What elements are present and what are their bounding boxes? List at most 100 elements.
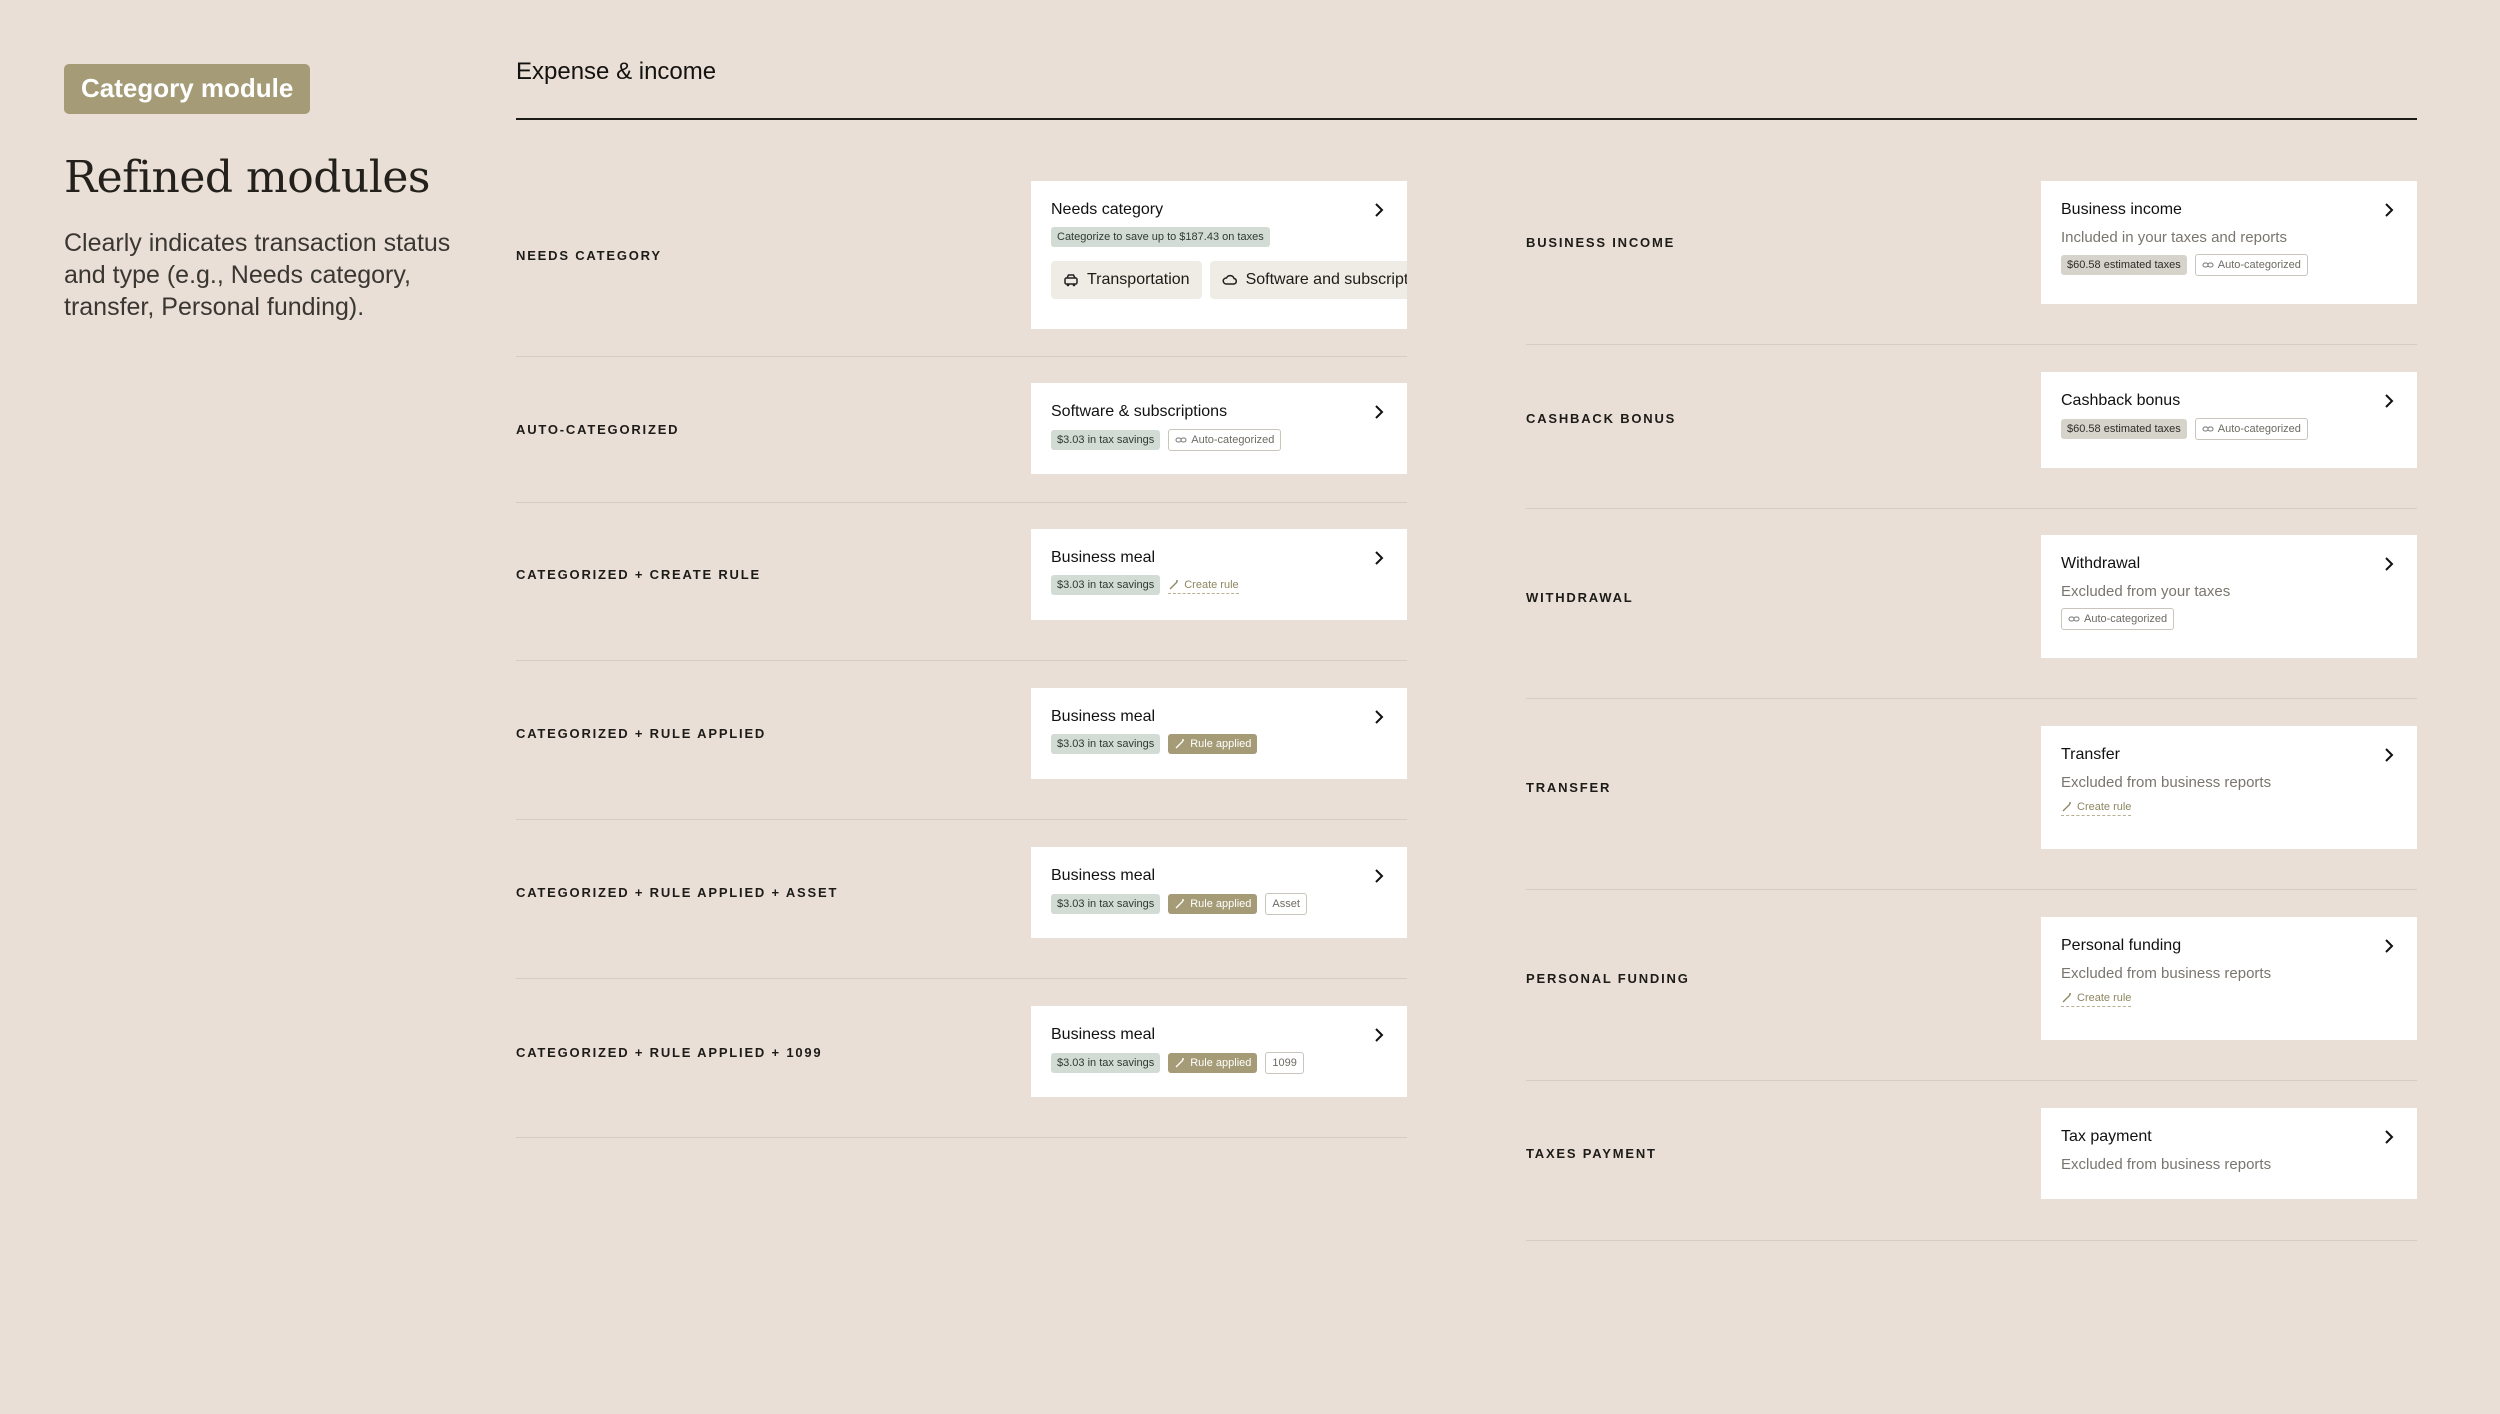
card-title: Software & subscriptions [1051, 403, 1228, 420]
create-rule-link[interactable]: Create rule [2061, 799, 2132, 816]
row-label: NEEDS CATEGORY [516, 248, 662, 263]
link-icon [2202, 262, 2214, 268]
row-label: AUTO-CATEGORIZED [516, 422, 680, 437]
row-withdrawal: WITHDRAWAL Withdrawal Excluded from your… [1526, 535, 2417, 699]
tax-savings-tag: $3.03 in tax savings [1051, 575, 1161, 595]
row-label: WITHDRAWAL [1526, 590, 1634, 605]
magic-wand-icon [2062, 802, 2071, 812]
transaction-card[interactable]: Business meal $3.03 in tax savings Rule … [1031, 847, 1407, 938]
tag-label: Auto-categorized [2217, 423, 2301, 435]
card-title: Business meal [1051, 1026, 1156, 1043]
auto-categorized-tag: Auto-categorized [2194, 418, 2308, 440]
transaction-card[interactable]: Business meal $3.03 in tax savings Creat… [1031, 529, 1407, 620]
card-subtitle: Excluded from your taxes [2061, 583, 2231, 600]
tax-savings-tag: $3.03 in tax savings [1051, 430, 1161, 450]
transaction-card[interactable]: Needs category Categorize to save up to … [1031, 181, 1407, 329]
chip-label: Software and subscriptions [1245, 271, 1407, 288]
chevron-right-icon[interactable] [2381, 938, 2397, 954]
tag-label: Rule applied [1190, 1057, 1252, 1069]
link-icon [2068, 616, 2080, 622]
transaction-card[interactable]: Business meal $3.03 in tax savings Rule … [1031, 688, 1407, 779]
transaction-card[interactable]: Withdrawal Excluded from your taxes Auto… [2041, 535, 2417, 658]
chevron-right-icon[interactable] [2381, 1129, 2397, 1145]
category-chip-transportation[interactable]: Transportation [1051, 261, 1202, 299]
card-title: Transfer [2061, 746, 2120, 763]
row-auto-categorized: AUTO-CATEGORIZED Software & subscription… [516, 383, 1407, 503]
tax-savings-tag: $3.03 in tax savings [1051, 1053, 1161, 1073]
tag-label: Create rule [2077, 992, 2132, 1004]
intro-panel: Category module Refined modules Clearly … [64, 64, 464, 323]
row-categorized-create-rule: CATEGORIZED + CREATE RULE Business meal … [516, 529, 1407, 661]
auto-categorized-tag: Auto-categorized [2061, 608, 2175, 630]
card-title: Tax payment [2061, 1128, 2152, 1145]
tag-label: Auto-categorized [2084, 613, 2168, 625]
transaction-card[interactable]: Personal funding Excluded from business … [2041, 917, 2417, 1040]
transaction-card[interactable]: Cashback bonus $60.58 estimated taxes Au… [2041, 372, 2417, 468]
auto-categorized-tag: Auto-categorized [1168, 429, 1282, 451]
intro-description: Clearly indicates transaction status and… [64, 229, 451, 321]
chip-label: Transportation [1087, 271, 1190, 288]
chevron-right-icon[interactable] [2381, 747, 2397, 763]
transaction-card[interactable]: Business income Included in your taxes a… [2041, 181, 2417, 304]
row-label: PERSONAL FUNDING [1526, 971, 1690, 986]
auto-categorized-tag: Auto-categorized [2194, 254, 2308, 276]
chevron-right-icon[interactable] [2381, 393, 2397, 409]
tag-label: Rule applied [1190, 738, 1252, 750]
card-subtitle: Excluded from business reports [2061, 965, 2272, 982]
row-label: CASHBACK BONUS [1526, 411, 1677, 426]
car-icon [1064, 274, 1078, 287]
row-needs-category: NEEDS CATEGORY Needs category Categorize… [516, 181, 1407, 357]
chevron-right-icon[interactable] [1371, 404, 1387, 420]
transaction-card[interactable]: Business meal $3.03 in tax savings Rule … [1031, 1006, 1407, 1097]
magic-wand-icon [1169, 579, 1179, 589]
rule-applied-tag[interactable]: Rule applied [1168, 734, 1258, 754]
card-subtitle: Included in your taxes and reports [2061, 229, 2287, 246]
card-title: Cashback bonus [2061, 392, 2181, 409]
tax-savings-tag: $3.03 in tax savings [1051, 734, 1161, 754]
row-label: BUSINESS INCOME [1526, 235, 1676, 250]
card-title: Needs category [1051, 201, 1164, 218]
chevron-right-icon[interactable] [2381, 556, 2397, 572]
row-taxes-payment: TAXES PAYMENT Tax payment Excluded from … [1526, 1108, 2417, 1241]
rule-applied-tag[interactable]: Rule applied [1168, 894, 1258, 914]
tag-label: Create rule [2077, 801, 2132, 813]
row-business-income: BUSINESS INCOME Business income Included… [1526, 181, 2417, 345]
row-label: CATEGORIZED + RULE APPLIED + 1099 [516, 1045, 823, 1060]
card-title: Business income [2061, 201, 2182, 218]
row-categorized-rule-applied-1099: CATEGORIZED + RULE APPLIED + 1099 Busine… [516, 1006, 1407, 1138]
magic-wand-icon [2062, 993, 2071, 1003]
card-title: Business meal [1051, 549, 1156, 566]
cloud-icon [1222, 274, 1237, 285]
tag-label: Auto-categorized [2217, 259, 2301, 271]
row-label: CATEGORIZED + RULE APPLIED [516, 726, 767, 741]
transaction-card[interactable]: Transfer Excluded from business reports … [2041, 726, 2417, 849]
create-rule-link[interactable]: Create rule [2061, 990, 2132, 1007]
chevron-right-icon[interactable] [1371, 202, 1387, 218]
chevron-right-icon[interactable] [1371, 550, 1387, 566]
chevron-right-icon[interactable] [1371, 709, 1387, 725]
chevron-right-icon[interactable] [1371, 868, 1387, 884]
chevron-right-icon[interactable] [2381, 202, 2397, 218]
card-title: Personal funding [2061, 937, 2182, 954]
row-categorized-rule-applied: CATEGORIZED + RULE APPLIED Business meal… [516, 688, 1407, 820]
row-label: TAXES PAYMENT [1526, 1146, 1657, 1161]
transaction-card[interactable]: Tax payment Excluded from business repor… [2041, 1108, 2417, 1199]
tax-savings-tag: $3.03 in tax savings [1051, 894, 1161, 914]
row-label: CATEGORIZED + RULE APPLIED + ASSET [516, 885, 839, 900]
section-title: Expense & income [516, 58, 717, 85]
tax-savings-tag: Categorize to save up to $187.43 on taxe… [1051, 227, 1270, 247]
chevron-right-icon[interactable] [1371, 1027, 1387, 1043]
category-module-badge: Category module [64, 64, 311, 114]
magic-wand-icon [1175, 739, 1185, 749]
card-title: Withdrawal [2061, 555, 2141, 572]
category-chip-software[interactable]: Software and subscriptions [1209, 261, 1407, 299]
create-rule-link[interactable]: Create rule [1168, 577, 1239, 594]
rule-applied-tag[interactable]: Rule applied [1168, 1053, 1258, 1073]
tag-label: Rule applied [1190, 898, 1252, 910]
card-subtitle: Excluded from business reports [2061, 1156, 2272, 1173]
card-title: Business meal [1051, 708, 1156, 725]
card-title: Business meal [1051, 867, 1156, 884]
row-label: TRANSFER [1526, 780, 1612, 795]
magic-wand-icon [1175, 899, 1185, 909]
transaction-card[interactable]: Software & subscriptions $3.03 in tax sa… [1031, 383, 1407, 474]
